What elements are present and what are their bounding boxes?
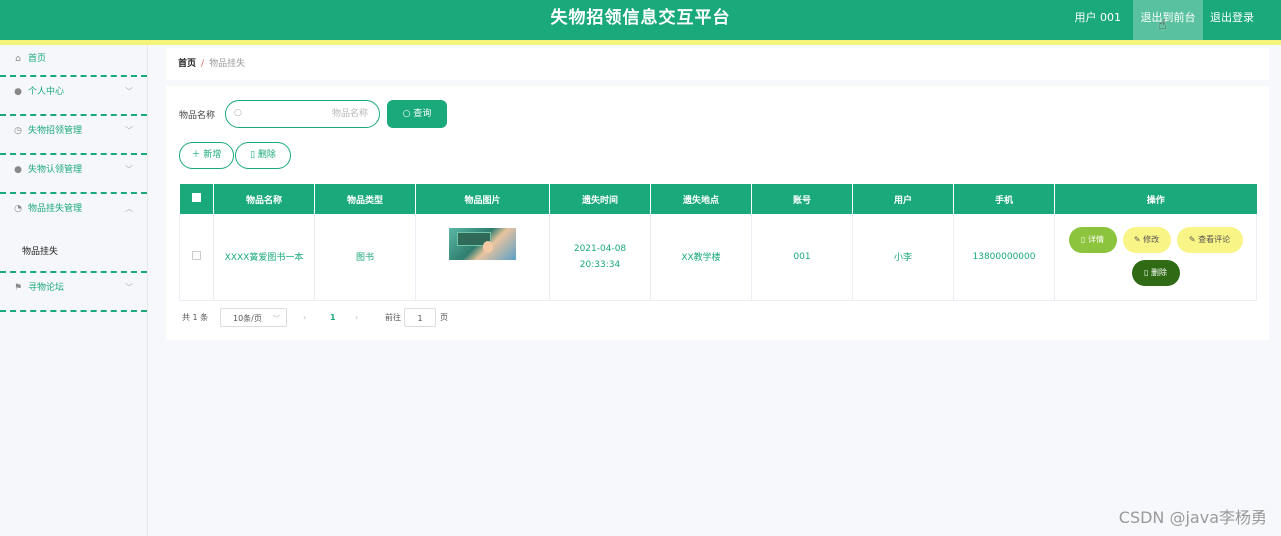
column-header: 物品图片 bbox=[415, 184, 550, 214]
sidebar-item-label: 失物认领管理 bbox=[28, 165, 83, 175]
cell-item-name: XXXX簧爱图书一本 bbox=[213, 214, 315, 301]
goto-page-input[interactable]: 1 bbox=[404, 308, 436, 327]
image-figure bbox=[483, 240, 493, 253]
row-select-cell bbox=[179, 214, 214, 301]
cell-lost-place: XX教学楼 bbox=[650, 214, 752, 301]
sidebar-item-forum[interactable]: ⚑ 寻物论坛 ﹀ bbox=[0, 273, 147, 312]
view-comments-button[interactable]: ✎ 查看评论 bbox=[1176, 227, 1243, 254]
goto-label: 前往 bbox=[385, 313, 401, 322]
chevron-down-icon: ﹀ bbox=[125, 87, 133, 96]
pencil-icon: ✎ bbox=[1188, 235, 1199, 245]
chevron-down-icon: ﹀ bbox=[125, 126, 133, 135]
plus-icon: ＋ bbox=[191, 150, 204, 160]
search-field-wrapper: ○ bbox=[225, 100, 380, 128]
column-header: 手机 bbox=[953, 184, 1055, 214]
page-size-select[interactable]: 10条/页 ﹀ bbox=[220, 308, 287, 327]
chevron-down-icon: ﹀ bbox=[273, 315, 280, 323]
clock-icon: ◷ bbox=[14, 126, 22, 136]
sidebar-item-lost-found-mgmt[interactable]: ◷ 失物招领管理 ﹀ bbox=[0, 116, 147, 155]
sidebar-item-label: 寻物论坛 bbox=[28, 283, 65, 293]
page-number[interactable]: 1 bbox=[330, 308, 336, 328]
logout-button[interactable]: 退出登录 bbox=[1203, 0, 1261, 36]
column-header: 遗失地点 bbox=[650, 184, 752, 214]
sidebar-item-label: 个人中心 bbox=[28, 87, 65, 97]
row-delete-label: 删除 bbox=[1150, 268, 1167, 278]
pagination-total: 共 1 条 bbox=[182, 313, 209, 322]
column-header: 操作 bbox=[1054, 184, 1257, 214]
trash-icon: ▯ bbox=[1144, 268, 1151, 278]
cell-user: 小李 bbox=[852, 214, 954, 301]
search-label: 物品名称 bbox=[179, 111, 216, 121]
column-header: 物品名称 bbox=[213, 184, 315, 214]
main-content-card: 物品名称 ○ ○ 查询 ＋ 新增 ▯ 删除 物品名称 物品类型 物品图片 遗失时… bbox=[166, 86, 1269, 340]
column-header: 账号 bbox=[751, 184, 853, 214]
select-all-header[interactable] bbox=[179, 184, 214, 214]
query-button[interactable]: ○ 查询 bbox=[387, 100, 447, 128]
exit-to-front-button[interactable]: 退出到前台 bbox=[1133, 0, 1203, 40]
breadcrumb-home[interactable]: 首页 bbox=[178, 59, 196, 69]
table-header-row: 物品名称 物品类型 物品图片 遗失时间 遗失地点 账号 用户 手机 操作 bbox=[179, 184, 1257, 214]
sidebar-item-label: 首页 bbox=[28, 54, 47, 64]
sidebar-item-loss-report-mgmt[interactable]: ◔ 物品挂失管理 ︿ bbox=[0, 194, 147, 233]
sidebar-subitem-loss-report[interactable]: 物品挂失 bbox=[0, 233, 147, 271]
sidebar-item-claim-mgmt[interactable]: ● 失物认领管理 ﹀ bbox=[0, 155, 147, 194]
page-suffix: 页 bbox=[440, 313, 448, 322]
cell-operations: ▯ 详情 ✎ 修改 ✎ 查看评论 ▯ 删除 bbox=[1054, 214, 1257, 301]
header-accent-strip bbox=[0, 40, 1281, 45]
user-icon: ● bbox=[14, 87, 22, 97]
search-input[interactable] bbox=[248, 105, 368, 123]
column-header: 遗失时间 bbox=[549, 184, 651, 214]
sidebar-item-personal-center[interactable]: ● 个人中心 ﹀ bbox=[0, 77, 147, 116]
item-image[interactable] bbox=[449, 227, 516, 260]
chevron-down-icon: ﹀ bbox=[125, 283, 133, 292]
breadcrumb-separator: / bbox=[201, 59, 205, 69]
user-icon: ● bbox=[14, 165, 22, 175]
cell-lost-time: 2021-04-08 20:33:34 bbox=[549, 214, 651, 301]
cell-item-type: 图书 bbox=[314, 214, 416, 301]
document-icon: ▯ bbox=[1081, 235, 1088, 245]
select-all-checkbox[interactable] bbox=[191, 193, 201, 202]
chevron-down-icon: ﹀ bbox=[125, 165, 133, 174]
next-page-button[interactable]: › bbox=[355, 308, 358, 328]
hand-cursor-icon: ☝ bbox=[1158, 17, 1167, 33]
breadcrumb: 首页 / 物品挂失 bbox=[166, 48, 1269, 80]
sidebar-item-label: 物品挂失管理 bbox=[28, 204, 83, 214]
breadcrumb-current: 物品挂失 bbox=[209, 59, 246, 69]
sidebar-item-label: 失物招领管理 bbox=[28, 126, 83, 136]
row-delete-button[interactable]: ▯ 删除 bbox=[1131, 260, 1180, 287]
detail-button[interactable]: ▯ 详情 bbox=[1068, 227, 1117, 254]
detail-button-label: 详情 bbox=[1087, 235, 1104, 245]
row-checkbox[interactable] bbox=[192, 250, 201, 260]
search-icon: ○ bbox=[402, 109, 414, 119]
cell-account: 001 bbox=[751, 214, 853, 301]
gauge-icon: ◔ bbox=[14, 204, 22, 214]
pencil-icon: ✎ bbox=[1133, 235, 1144, 245]
cell-item-image bbox=[415, 214, 550, 301]
sidebar: ⌂ 首页 ● 个人中心 ﹀ ◷ 失物招领管理 ﹀ ● 失物认领管理 ﹀ ◔ 物品挂失管理 … bbox=[0, 45, 148, 536]
trash-icon: ▯ bbox=[250, 150, 258, 160]
view-comments-label: 查看评论 bbox=[1198, 235, 1231, 245]
data-table: 物品名称 物品类型 物品图片 遗失时间 遗失地点 账号 用户 手机 操作 XXX… bbox=[179, 184, 1257, 301]
page-size-value: 10条/页 bbox=[233, 314, 262, 323]
top-header: 失物招领信息交互平台 用户 001 退出到前台 退出登录 ☝ bbox=[0, 0, 1281, 40]
flag-icon: ⚑ bbox=[13, 283, 23, 293]
delete-button[interactable]: ▯ 删除 bbox=[235, 142, 291, 169]
column-header: 物品类型 bbox=[314, 184, 416, 214]
chevron-up-icon: ︿ bbox=[125, 204, 133, 213]
watermark: CSDN @java李杨勇 bbox=[1118, 508, 1267, 527]
delete-button-label: 删除 bbox=[257, 150, 276, 160]
column-header: 用户 bbox=[852, 184, 954, 214]
add-button-label: 新增 bbox=[203, 150, 222, 160]
cell-phone: 13800000000 bbox=[953, 214, 1055, 301]
add-button[interactable]: ＋ 新增 bbox=[179, 142, 234, 169]
query-button-label: 查询 bbox=[413, 109, 432, 119]
search-icon: ○ bbox=[234, 108, 242, 118]
home-icon: ⌂ bbox=[15, 54, 21, 64]
prev-page-button[interactable]: ‹ bbox=[303, 308, 306, 328]
current-user-label: 用户 001 bbox=[1074, 11, 1122, 24]
sidebar-item-home[interactable]: ⌂ 首页 bbox=[0, 45, 147, 77]
table-row: XXXX簧爱图书一本 图书 2021-04-08 20:33:34 XX教学楼 … bbox=[179, 214, 1257, 301]
edit-button[interactable]: ✎ 修改 bbox=[1122, 227, 1171, 254]
edit-button-label: 修改 bbox=[1143, 235, 1160, 245]
